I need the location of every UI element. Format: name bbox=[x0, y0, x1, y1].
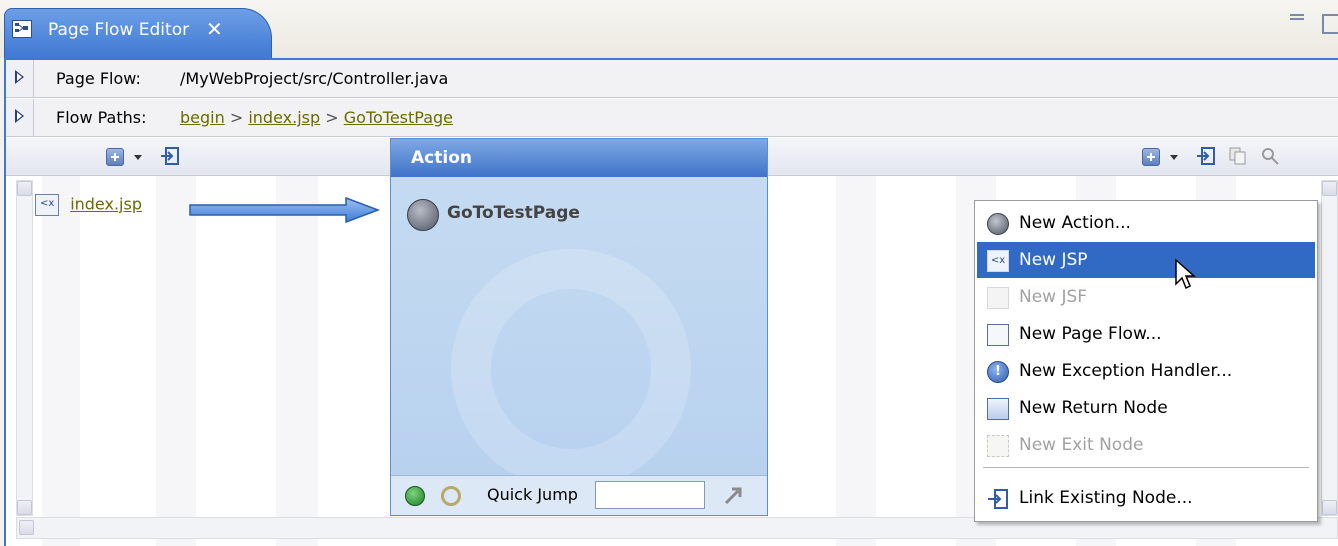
flow-paths-label: Flow Paths: bbox=[56, 108, 147, 127]
link-node-icon[interactable] bbox=[1196, 146, 1216, 170]
menu-item-new-exit-node[interactable]: New Exit Node bbox=[977, 427, 1315, 463]
menu-item-label: New JSF bbox=[1019, 287, 1088, 307]
menu-item-new-page-flow[interactable]: New Page Flow... bbox=[977, 316, 1315, 352]
exception-handler-icon: ! bbox=[987, 361, 1009, 383]
action-column-header: Action bbox=[391, 139, 767, 177]
page-flow-editor-icon bbox=[12, 20, 32, 38]
flow-arrow bbox=[189, 196, 381, 224]
close-icon[interactable]: ✕ bbox=[206, 17, 223, 41]
editor-tab-strip: Page Flow Editor ✕ bbox=[0, 0, 1338, 59]
minimize-icon[interactable] bbox=[1290, 14, 1304, 20]
dropdown-arrow-icon[interactable] bbox=[1170, 155, 1178, 160]
jsp-file-icon: <x bbox=[35, 194, 60, 216]
jsp-icon: <x bbox=[987, 250, 1009, 272]
scroll-down-button[interactable] bbox=[1322, 500, 1337, 515]
add-node-icon[interactable] bbox=[1142, 148, 1160, 166]
return-node-icon bbox=[987, 398, 1009, 420]
menu-item-label: New Return Node bbox=[1019, 398, 1168, 418]
menu-item-label: New Exception Handler... bbox=[1019, 361, 1233, 381]
menu-item-new-jsp[interactable]: <x New JSP bbox=[977, 242, 1315, 278]
menu-item-new-exception-handler[interactable]: ! New Exception Handler... bbox=[977, 353, 1315, 389]
breadcrumb-separator: > bbox=[229, 108, 244, 127]
left-vertical-scrollbar[interactable] bbox=[16, 180, 33, 516]
dropdown-arrow-icon[interactable] bbox=[134, 155, 142, 160]
menu-item-label: New Exit Node bbox=[1019, 435, 1144, 455]
flow-paths-expander[interactable] bbox=[6, 99, 34, 136]
action-column: Action GoToTestPage Quick Jump bbox=[390, 138, 768, 516]
context-menu: New Action... <x New JSP New JSF New Pag… bbox=[974, 200, 1318, 522]
action-icon bbox=[987, 213, 1009, 235]
menu-item-label: Link Existing Node... bbox=[1019, 488, 1193, 508]
add-node-icon[interactable] bbox=[106, 148, 124, 166]
right-vertical-scrollbar[interactable] bbox=[1321, 180, 1338, 516]
mouse-cursor-icon bbox=[1175, 258, 1196, 290]
menu-item-label: New Page Flow... bbox=[1019, 324, 1162, 344]
quick-jump-input[interactable] bbox=[595, 481, 705, 509]
page-flow-icon bbox=[987, 324, 1009, 346]
expand-triangle-icon bbox=[15, 70, 24, 84]
canvas-band bbox=[836, 140, 876, 546]
scroll-up-button[interactable] bbox=[17, 181, 32, 196]
menu-separator bbox=[983, 467, 1309, 468]
maximize-icon[interactable] bbox=[1322, 14, 1338, 34]
sync-icon[interactable] bbox=[441, 486, 461, 506]
breadcrumb-gototestpage[interactable]: GoToTestPage bbox=[344, 108, 453, 127]
jump-arrow-icon[interactable] bbox=[723, 484, 745, 510]
scroll-up-button[interactable] bbox=[1322, 181, 1337, 196]
breadcrumb-index-jsp[interactable]: index.jsp bbox=[248, 108, 320, 127]
action-watermark-icon bbox=[451, 249, 691, 489]
page-flow-expander[interactable] bbox=[6, 60, 34, 97]
quick-jump-label: Quick Jump bbox=[487, 485, 578, 504]
link-node-icon bbox=[987, 488, 1009, 510]
breadcrumb-begin[interactable]: begin bbox=[180, 108, 225, 127]
expand-triangle-icon bbox=[15, 109, 24, 123]
scroll-down-button[interactable] bbox=[17, 500, 32, 515]
exit-node-icon bbox=[987, 435, 1009, 457]
link-node-icon[interactable] bbox=[160, 146, 180, 170]
refresh-icon[interactable] bbox=[405, 486, 425, 506]
page-flow-bar: Page Flow: /MyWebProject/src/Controller.… bbox=[6, 60, 1338, 98]
page-flow-label: Page Flow: bbox=[56, 69, 141, 88]
tab-title: Page Flow Editor bbox=[48, 20, 190, 40]
flow-paths-bar: Flow Paths: begin > index.jsp > GoToTest… bbox=[6, 99, 1338, 137]
menu-item-new-action[interactable]: New Action... bbox=[977, 205, 1315, 241]
menu-item-label: New Action... bbox=[1019, 213, 1131, 233]
menu-item-new-return-node[interactable]: New Return Node bbox=[977, 390, 1315, 426]
breadcrumb: begin > index.jsp > GoToTestPage bbox=[180, 108, 453, 127]
breadcrumb-separator: > bbox=[325, 108, 339, 127]
scroll-left-button[interactable] bbox=[19, 520, 34, 535]
menu-item-new-jsf[interactable]: New JSF bbox=[977, 279, 1315, 315]
index-jsp-link[interactable]: index.jsp bbox=[70, 195, 142, 214]
page-flow-path: /MyWebProject/src/Controller.java bbox=[180, 69, 449, 88]
menu-item-label: New JSP bbox=[1019, 250, 1088, 270]
jsf-icon bbox=[987, 287, 1009, 309]
action-column-title: Action bbox=[411, 148, 472, 168]
menu-item-link-existing-node[interactable]: Link Existing Node... bbox=[977, 480, 1315, 516]
index-jsp-node[interactable]: <x index.jsp bbox=[16, 194, 142, 216]
action-node-icon bbox=[407, 199, 439, 231]
action-column-footer: Quick Jump bbox=[391, 475, 767, 515]
find-node-icon[interactable] bbox=[1260, 146, 1280, 170]
copy-node-icon[interactable] bbox=[1228, 146, 1248, 170]
action-node-gototestpage[interactable]: GoToTestPage bbox=[447, 203, 580, 223]
